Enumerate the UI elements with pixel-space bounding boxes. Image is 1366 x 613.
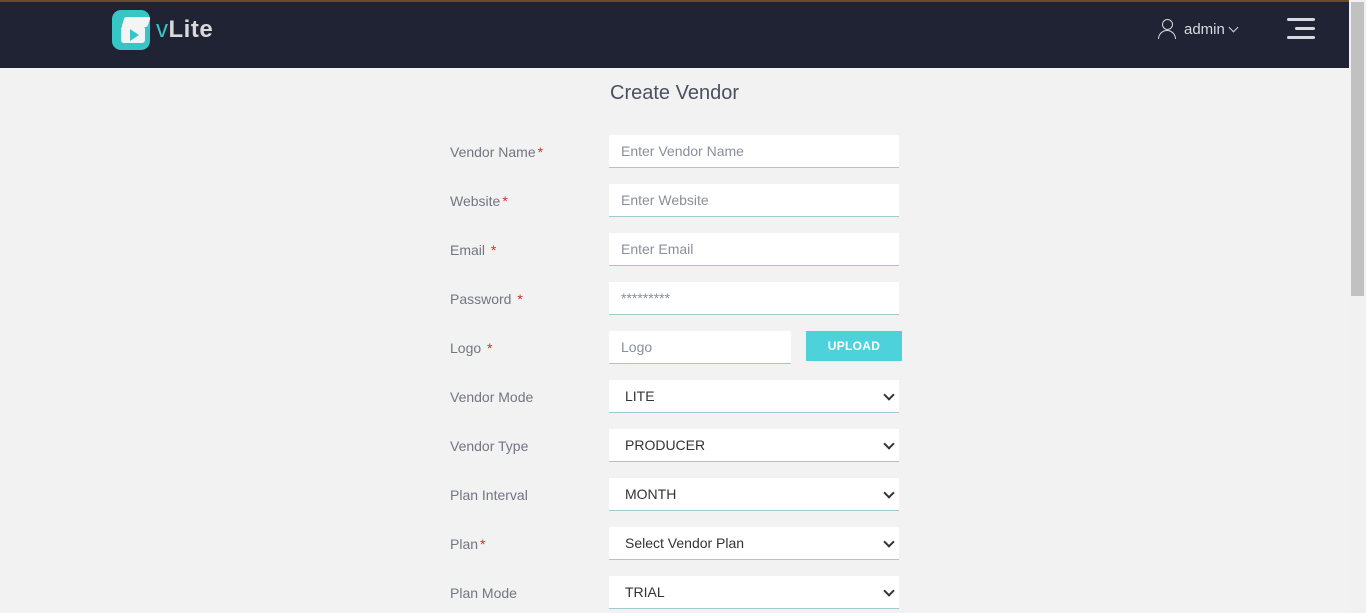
logo-input[interactable] [609,331,791,364]
scrollbar-thumb[interactable] [1351,2,1364,296]
chevron-down-icon [883,585,895,597]
page-title: Create Vendor [610,82,739,104]
vendor-name-label: Vendor Name * [450,144,544,160]
plan-interval-label: Plan Interval [450,487,528,503]
password-input[interactable] [609,282,899,315]
user-icon [1157,18,1177,40]
password-label: Password * [450,291,523,307]
chevron-down-icon [883,536,895,548]
plan-mode-label: Plan Mode [450,585,517,601]
vendor-mode-select[interactable]: LITE [609,380,899,413]
video-clapper-icon [112,10,151,50]
website-input[interactable] [609,184,899,217]
website-label: Website * [450,193,508,209]
chevron-down-icon [883,438,895,450]
plan-interval-select[interactable]: MONTH [609,478,899,511]
chevron-down-icon [883,389,895,401]
plan-mode-select[interactable]: TRIAL [609,576,899,609]
user-menu[interactable]: admin [1157,18,1239,40]
plan-label: Plan * [450,536,486,552]
email-input[interactable] [609,233,899,266]
chevron-down-icon [883,487,895,499]
top-navbar: vLite admin [0,0,1349,68]
logo-label: Logo * [450,340,493,356]
upload-button[interactable]: UPLOAD [806,331,902,361]
brand-name: vLite [156,16,214,43]
vendor-type-select[interactable]: PRODUCER [609,429,899,462]
email-label: Email * [450,242,497,258]
brand-logo[interactable]: vLite [112,10,213,50]
page-scrollbar[interactable] [1349,0,1366,613]
vendor-type-label: Vendor Type [450,438,529,454]
plan-select[interactable]: Select Vendor Plan [609,527,899,560]
hamburger-menu-icon[interactable] [1287,18,1315,40]
top-accent-line [0,0,1349,2]
user-name: admin [1184,20,1225,38]
chevron-down-icon [1228,22,1239,33]
vendor-mode-label: Vendor Mode [450,389,534,405]
vendor-name-input[interactable] [609,135,899,168]
